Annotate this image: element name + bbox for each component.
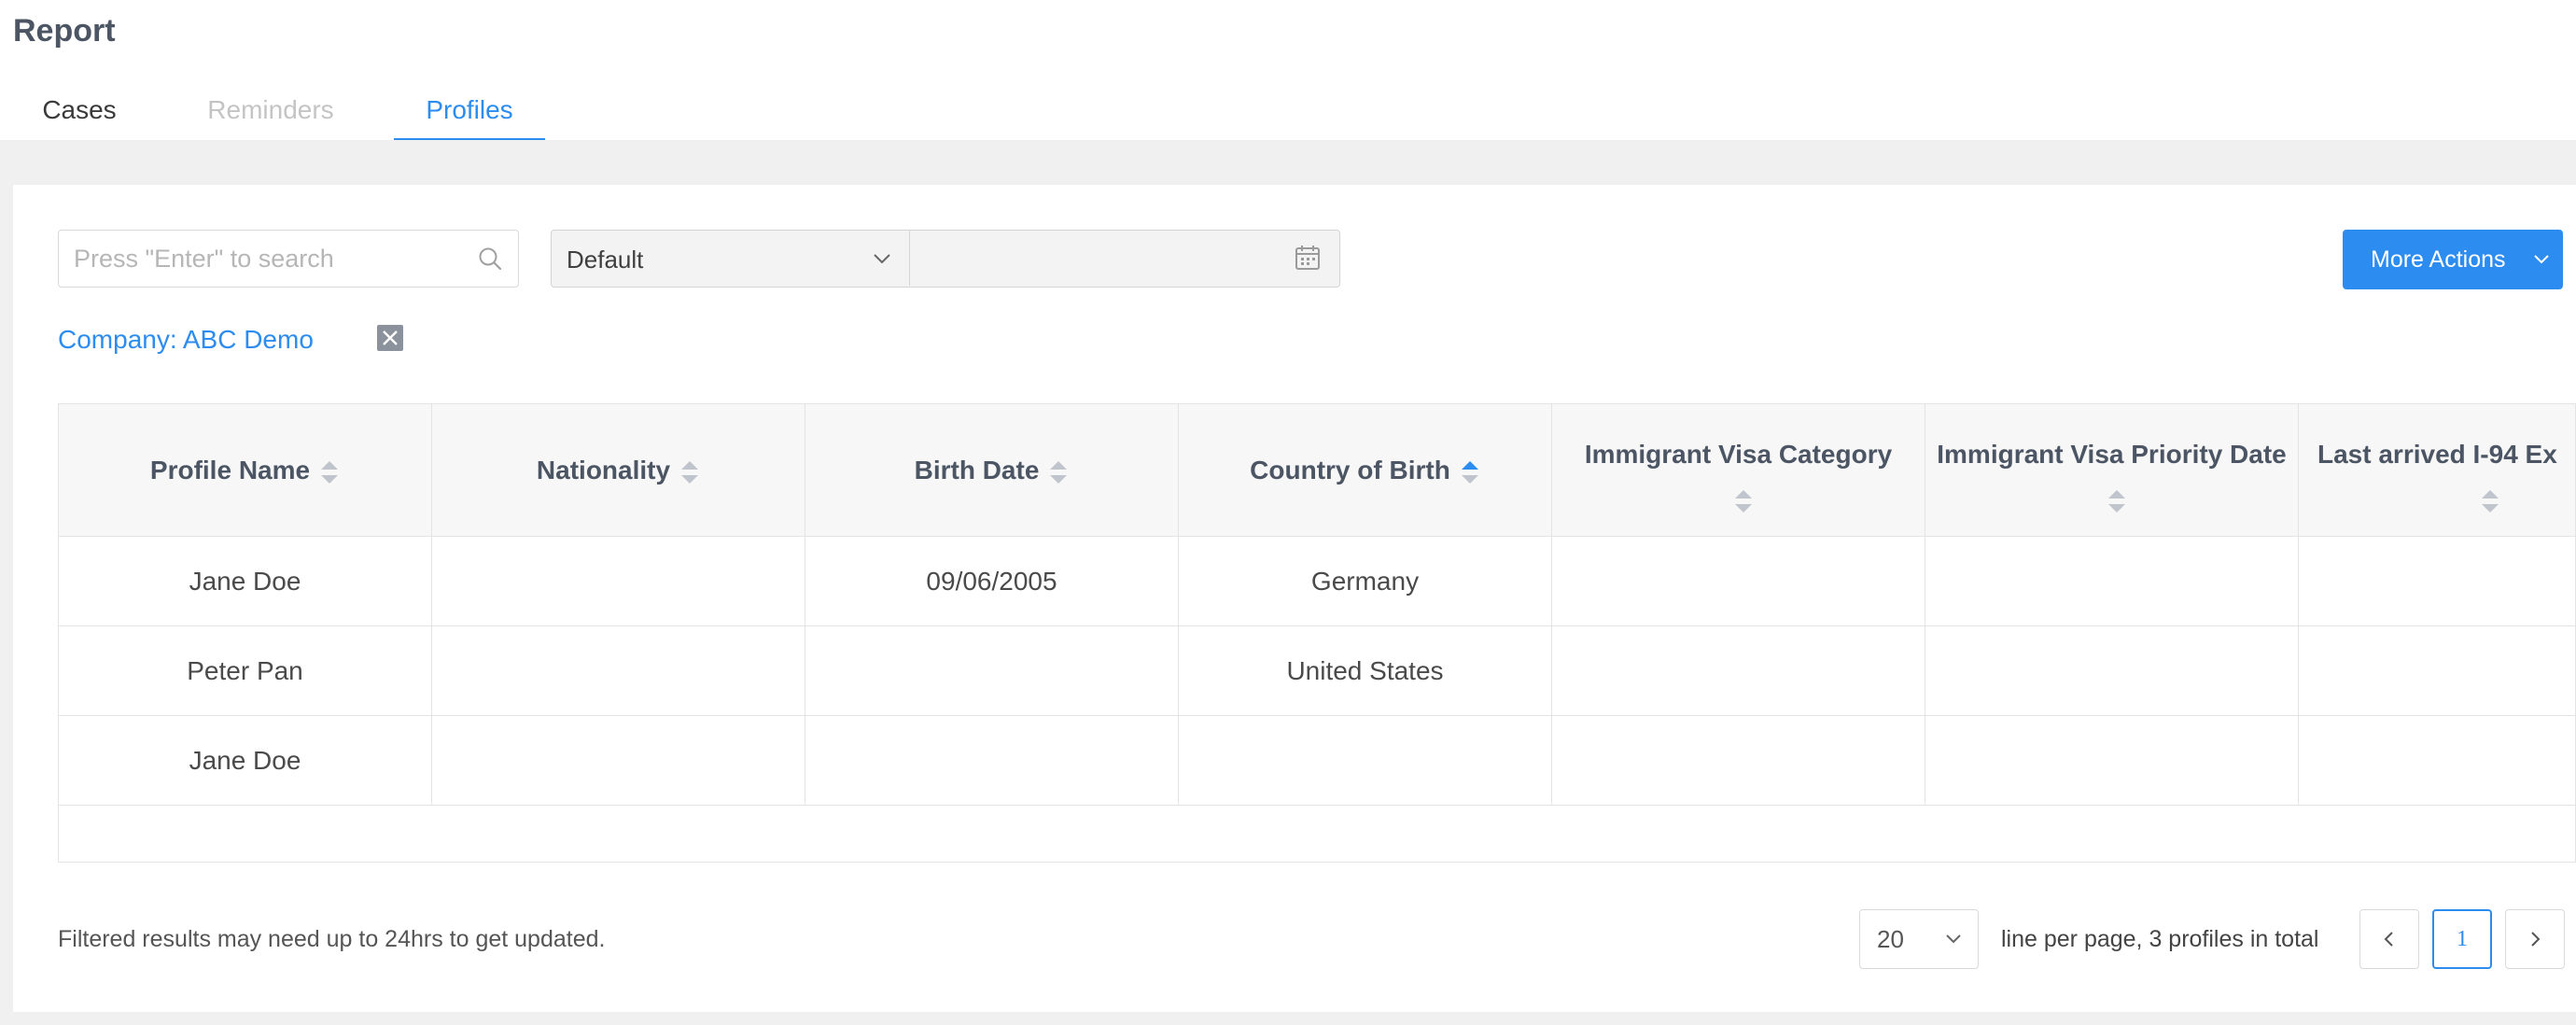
chevron-right-icon — [2531, 932, 2541, 947]
column-header-country-of-birth[interactable]: Country of Birth — [1179, 404, 1552, 537]
column-header-immigrant-visa-priority-date[interactable]: Immigrant Visa Priority Date — [1925, 404, 2299, 537]
chevron-down-icon — [1946, 934, 1961, 944]
report-tabs: Cases Reminders Profiles — [0, 90, 579, 140]
cell-nationality — [432, 537, 805, 626]
more-actions-button[interactable]: More Actions — [2343, 230, 2563, 289]
cell-profile-name[interactable]: Jane Doe — [59, 716, 432, 806]
cell-birth-date — [805, 716, 1179, 806]
column-header-birth-date[interactable]: Birth Date — [805, 404, 1179, 537]
profiles-table: Profile Name Nationality Birth Date Coun… — [58, 403, 2576, 863]
tab-cases[interactable]: Cases — [22, 90, 136, 140]
column-header-immigrant-visa-category[interactable]: Immigrant Visa Category — [1552, 404, 1925, 537]
tab-reminders[interactable]: Reminders — [185, 90, 357, 140]
cell-nationality — [432, 626, 805, 716]
search-icon[interactable] — [477, 246, 503, 272]
date-range-filter: Default — [551, 230, 1340, 288]
date-range-type-value: Default — [567, 246, 644, 274]
cell-immigrant-visa-priority-date — [1925, 716, 2299, 806]
page-size-value: 20 — [1877, 925, 1904, 953]
cell-immigrant-visa-category — [1552, 537, 1925, 626]
cell-immigrant-visa-priority-date — [1925, 537, 2299, 626]
more-actions-label: More Actions — [2371, 246, 2506, 273]
date-picker[interactable] — [910, 231, 1338, 286]
sort-icon[interactable] — [2480, 487, 2500, 515]
date-range-type-select[interactable]: Default — [552, 231, 910, 286]
column-label: Last arrived I-94 Ex — [2317, 440, 2557, 469]
pagination-summary: line per page, 3 profiles in total — [2001, 926, 2319, 952]
cell-country-of-birth: Germany — [1179, 537, 1552, 626]
table-row[interactable]: Jane Doe 09/06/2005 Germany — [59, 537, 2575, 626]
page-number-button[interactable]: 1 — [2432, 909, 2492, 969]
column-label: Nationality — [536, 456, 671, 484]
tab-profiles[interactable]: Profiles — [394, 90, 545, 140]
cell-last-arrived-i94 — [2299, 537, 2575, 626]
search-box — [58, 230, 519, 288]
cell-last-arrived-i94 — [2299, 626, 2575, 716]
table-row[interactable]: Peter Pan United States — [59, 626, 2575, 716]
cell-nationality — [432, 716, 805, 806]
cell-country-of-birth — [1179, 716, 1552, 806]
chevron-down-icon — [874, 254, 890, 264]
chevron-down-icon — [2534, 255, 2549, 264]
column-label: Birth Date — [914, 456, 1040, 484]
sort-icon[interactable] — [1460, 458, 1480, 486]
sort-icon[interactable] — [319, 458, 340, 486]
cell-profile-name[interactable]: Jane Doe — [59, 537, 432, 626]
cell-immigrant-visa-category — [1552, 716, 1925, 806]
cell-immigrant-visa-category — [1552, 626, 1925, 716]
search-input[interactable] — [59, 231, 451, 287]
cell-immigrant-visa-priority-date — [1925, 626, 2299, 716]
cell-birth-date: 09/06/2005 — [805, 537, 1179, 626]
column-label: Immigrant Visa Priority Date — [1937, 440, 2287, 469]
cell-birth-date — [805, 626, 1179, 716]
chevron-left-icon — [2384, 932, 2393, 947]
sort-icon[interactable] — [1733, 487, 1754, 515]
close-icon — [383, 330, 398, 345]
table-header: Profile Name Nationality Birth Date Coun… — [59, 404, 2575, 537]
column-header-last-arrived-i94[interactable]: Last arrived I-94 Ex — [2299, 404, 2575, 537]
cell-last-arrived-i94 — [2299, 716, 2575, 806]
current-page-number: 1 — [2457, 927, 2468, 951]
page-size-select[interactable]: 20 — [1859, 909, 1979, 969]
cell-country-of-birth: United States — [1179, 626, 1552, 716]
next-page-button[interactable] — [2505, 909, 2565, 969]
sort-icon[interactable] — [679, 458, 700, 486]
report-page: Report Cases Reminders Profiles Default — [0, 0, 2576, 1025]
column-label: Country of Birth — [1250, 456, 1450, 484]
table-row[interactable]: Jane Doe — [59, 716, 2575, 806]
column-label: Immigrant Visa Category — [1584, 440, 1893, 469]
remove-filter-button[interactable] — [377, 325, 403, 351]
sort-icon[interactable] — [1048, 458, 1069, 486]
sort-icon[interactable] — [2107, 487, 2127, 515]
cell-profile-name[interactable]: Peter Pan — [59, 626, 432, 716]
filter-tag-label: Company: ABC Demo — [58, 325, 314, 354]
footer-note: Filtered results may need up to 24hrs to… — [58, 926, 606, 952]
calendar-icon — [1295, 246, 1320, 270]
prev-page-button[interactable] — [2359, 909, 2419, 969]
profiles-panel: Default — [13, 185, 2576, 1012]
column-header-profile-name[interactable]: Profile Name — [59, 404, 432, 537]
page-title: Report — [13, 13, 116, 49]
column-label: Profile Name — [149, 456, 311, 484]
column-header-nationality[interactable]: Nationality — [432, 404, 805, 537]
